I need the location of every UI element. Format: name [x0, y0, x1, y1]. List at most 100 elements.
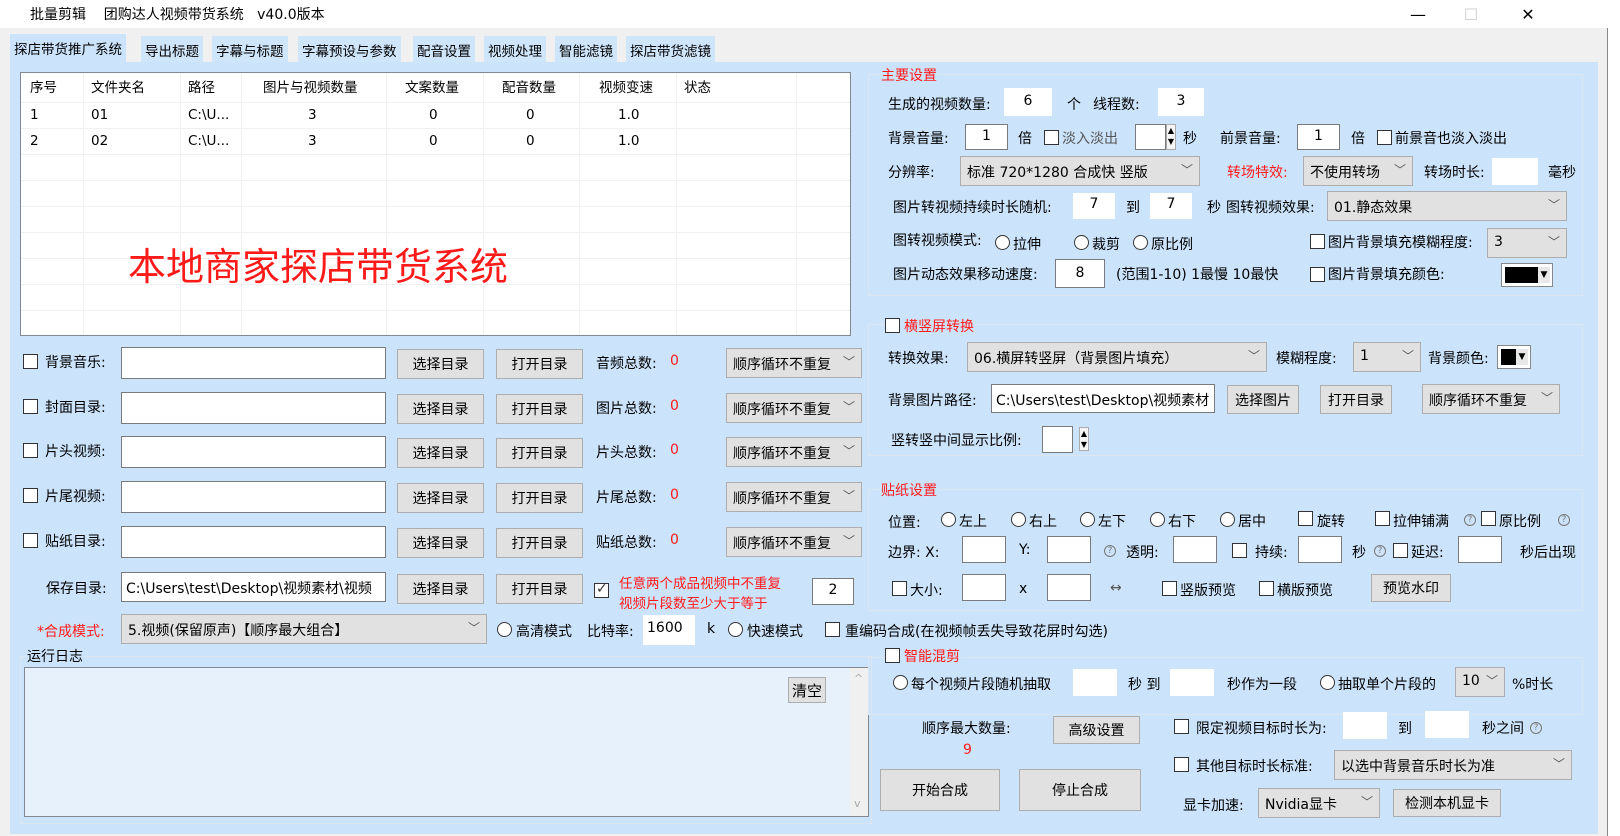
scroll-down-icon[interactable]: v: [854, 797, 861, 810]
bg-volume-input[interactable]: 1: [965, 124, 1008, 150]
img-mode-stretch-radio[interactable]: [995, 235, 1010, 250]
transition-duration-input[interactable]: [1492, 158, 1538, 185]
start-compose-button[interactable]: 开始合成: [880, 769, 1000, 811]
fade-spinner[interactable]: ▲ ▼: [1166, 124, 1176, 150]
delay-checkbox[interactable]: [1393, 543, 1408, 558]
help-icon[interactable]: ?: [1530, 722, 1542, 734]
swap-icon[interactable]: ↔: [1110, 580, 1122, 596]
scroll-up-icon[interactable]: ^: [854, 672, 863, 685]
alpha-input[interactable]: [1173, 536, 1217, 563]
cover-path-input[interactable]: [121, 392, 386, 424]
bg-music-checkbox[interactable]: [23, 354, 38, 369]
position-radio[interactable]: [1220, 512, 1235, 527]
no-repeat-value[interactable]: 2: [812, 578, 854, 605]
orientation-bg-color-picker[interactable]: ▼: [1497, 345, 1531, 369]
bg-music-select-dir-button[interactable]: 选择目录: [397, 349, 484, 379]
tab-smart-filter[interactable]: 智能滤镜: [555, 36, 617, 62]
fade-seconds-input[interactable]: [1135, 124, 1166, 150]
save-open-dir-button[interactable]: 打开目录: [496, 574, 583, 604]
other-duration-select[interactable]: 以选中背景音乐时长为准 ﹀: [1334, 750, 1572, 780]
sticker-mode-select[interactable]: 顺序循环不重复 ﹀: [726, 527, 862, 557]
cover-open-dir-button[interactable]: 打开目录: [496, 394, 583, 424]
orientation-mode-select[interactable]: 顺序循环不重复 ﹀: [1422, 384, 1560, 414]
intro-checkbox[interactable]: [23, 443, 38, 458]
position-radio[interactable]: [1011, 512, 1026, 527]
tab-store-promo[interactable]: 探店带货推广系统: [10, 34, 126, 64]
fast-mode-radio[interactable]: [728, 622, 743, 637]
border-y-input[interactable]: [1047, 536, 1091, 563]
save-dir-input[interactable]: C:\Users\test\Desktop\视频素材\视频: [121, 572, 386, 602]
color-fill-picker[interactable]: ▼: [1501, 263, 1553, 287]
cover-checkbox[interactable]: [23, 399, 38, 414]
rotate-checkbox[interactable]: [1298, 511, 1313, 526]
single-segment-radio[interactable]: [1320, 675, 1335, 690]
outro-open-dir-button[interactable]: 打开目录: [496, 483, 583, 513]
tab-subtitle-title[interactable]: 字幕与标题: [212, 36, 288, 62]
compose-mode-select[interactable]: 5.视频(保留原声)【顺序最大组合】 ﹀: [121, 614, 487, 644]
detect-gpu-button[interactable]: 检测本机显卡: [1393, 789, 1501, 817]
tab-export-title[interactable]: 导出标题: [141, 36, 203, 62]
limit-to-input[interactable]: [1425, 711, 1469, 738]
bg-music-open-dir-button[interactable]: 打开目录: [496, 349, 583, 379]
ratio-input[interactable]: [1042, 426, 1073, 453]
close-button[interactable]: ✕: [1505, 0, 1551, 28]
save-select-dir-button[interactable]: 选择目录: [397, 574, 484, 604]
minimize-button[interactable]: —: [1395, 0, 1441, 28]
random-from-input[interactable]: [1073, 669, 1117, 696]
orientation-open-dir-button[interactable]: 打开目录: [1320, 385, 1392, 414]
smart-mix-checkbox[interactable]: [885, 648, 900, 663]
color-fill-checkbox[interactable]: [1310, 267, 1325, 282]
position-radio[interactable]: [1080, 512, 1095, 527]
other-duration-checkbox[interactable]: [1174, 757, 1189, 772]
sticker-open-dir-button[interactable]: 打开目录: [496, 528, 583, 558]
resolution-select[interactable]: 标准 720*1280 合成快 竖版 ﹀: [960, 156, 1200, 186]
img-effect-select[interactable]: 01.静态效果 ﹀: [1327, 191, 1567, 221]
preview-watermark-button[interactable]: 预览水印: [1371, 574, 1451, 602]
outro-path-input[interactable]: [121, 481, 386, 513]
position-radio[interactable]: [1150, 512, 1165, 527]
img-mode-orig-radio[interactable]: [1133, 235, 1148, 250]
hd-mode-radio[interactable]: [497, 622, 512, 637]
size-width-input[interactable]: [962, 574, 1006, 601]
random-segment-radio[interactable]: [893, 675, 908, 690]
horizontal-preview-checkbox[interactable]: [1259, 581, 1274, 596]
limit-from-input[interactable]: [1343, 712, 1387, 739]
folder-table[interactable]: 序号 文件夹名 路径 图片与视频数量 文案数量 配音数量 视频变速 状态 1 0…: [20, 72, 851, 336]
cover-select-dir-button[interactable]: 选择目录: [397, 394, 484, 424]
sticker-select-dir-button[interactable]: 选择目录: [397, 528, 484, 558]
intro-select-dir-button[interactable]: 选择目录: [397, 438, 484, 468]
transition-select[interactable]: 不使用转场 ﹀: [1303, 156, 1413, 186]
stretch-checkbox[interactable]: [1375, 511, 1390, 526]
column-header[interactable]: 配音数量: [502, 73, 556, 103]
border-x-input[interactable]: [962, 536, 1006, 563]
size-height-input[interactable]: [1047, 574, 1091, 601]
ratio-spinner[interactable]: ▲ ▼: [1079, 427, 1089, 451]
fg-fade-checkbox[interactable]: [1377, 130, 1392, 145]
help-icon[interactable]: ?: [1104, 545, 1116, 557]
limit-duration-checkbox[interactable]: [1174, 719, 1189, 734]
outro-checkbox[interactable]: [23, 488, 38, 503]
tab-store-filter[interactable]: 探店带货滤镜: [626, 36, 715, 62]
clear-log-button[interactable]: 清空: [788, 677, 826, 703]
video-count-input[interactable]: 6: [1004, 88, 1052, 116]
fade-checkbox[interactable]: [1044, 130, 1059, 145]
orientation-checkbox[interactable]: [885, 318, 900, 333]
img-mode-crop-radio[interactable]: [1074, 235, 1089, 250]
sticker-path-input[interactable]: [121, 526, 386, 558]
orig-ratio-checkbox[interactable]: [1481, 511, 1496, 526]
img-duration-to-input[interactable]: 7: [1150, 193, 1192, 219]
outro-mode-select[interactable]: 顺序循环不重复 ﹀: [726, 482, 862, 512]
reencode-checkbox[interactable]: [825, 622, 840, 637]
delay-input[interactable]: [1458, 536, 1502, 563]
stop-compose-button[interactable]: 停止合成: [1019, 769, 1141, 811]
column-header[interactable]: 文件夹名: [91, 73, 145, 103]
tab-video-processing[interactable]: 视频处理: [484, 36, 546, 62]
outro-select-dir-button[interactable]: 选择目录: [397, 483, 484, 513]
bg-music-mode-select[interactable]: 顺序循环不重复 ﹀: [726, 348, 862, 378]
tab-dubbing[interactable]: 配音设置: [413, 36, 475, 62]
column-header[interactable]: 路径: [188, 73, 215, 103]
intro-open-dir-button[interactable]: 打开目录: [496, 438, 583, 468]
no-repeat-checkbox[interactable]: [594, 581, 609, 598]
bg-music-path-input[interactable]: [121, 347, 386, 379]
sticker-checkbox[interactable]: [23, 533, 38, 548]
